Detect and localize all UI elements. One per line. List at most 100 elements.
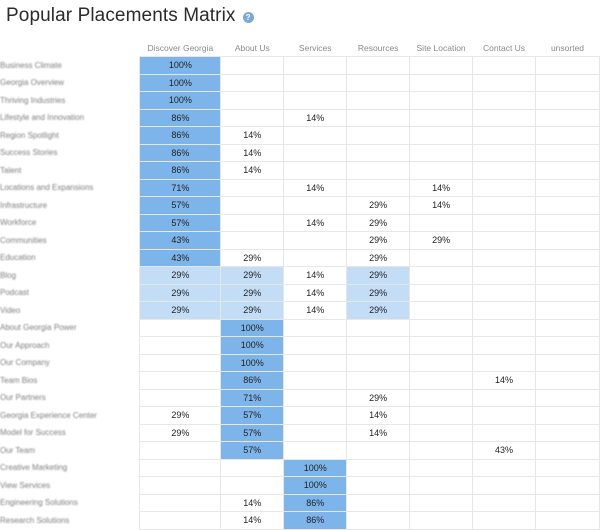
matrix-cell [409, 91, 474, 110]
matrix-cell: 57% [139, 196, 222, 215]
row-label: Our Team [0, 445, 35, 455]
corner-cell [0, 39, 140, 57]
matrix-cell: 57% [220, 441, 285, 460]
matrix-cell [283, 126, 348, 145]
table-row: Success Stories 86% 14% [0, 143, 600, 162]
matrix-cell [535, 73, 600, 92]
matrix-cell: 14% [283, 283, 348, 302]
matrix-cell [346, 353, 411, 372]
matrix-cell: 14% [346, 406, 411, 425]
matrix-cell [472, 161, 537, 180]
table-row: Creative Marketing 100% [0, 458, 600, 477]
matrix-cell [283, 161, 348, 180]
column-header[interactable]: About Us [221, 39, 284, 57]
column-header[interactable]: Resources [347, 39, 410, 57]
matrix-cell [346, 126, 411, 145]
matrix-cell [139, 493, 222, 512]
matrix-cell [472, 318, 537, 337]
matrix-cell: 14% [283, 301, 348, 320]
matrix-cell [283, 196, 348, 215]
matrix-cell: 29% [139, 283, 222, 302]
matrix-cell [283, 388, 348, 407]
table-row: Thriving Industries 100% [0, 91, 600, 110]
column-header-row: Discover Georgia About Us Services Resource… [0, 39, 600, 57]
matrix-cell [472, 266, 537, 285]
matrix-cell [283, 353, 348, 372]
matrix-cell [472, 423, 537, 442]
row-label: Our Approach [0, 340, 50, 350]
matrix-cell: 14% [346, 423, 411, 442]
matrix-cell: 14% [472, 371, 537, 390]
row-label: Business Climate [0, 60, 62, 70]
matrix-cell: 14% [283, 266, 348, 285]
matrix-cell: 100% [220, 318, 285, 337]
matrix-cell [472, 143, 537, 162]
column-header[interactable]: Site Location [410, 39, 473, 57]
table-row: Lifestyle and Innovation 86% 14% [0, 108, 600, 127]
matrix-cell [472, 353, 537, 372]
matrix-cell: 14% [220, 161, 285, 180]
matrix-cell: 29% [139, 266, 222, 285]
matrix-cell [409, 353, 474, 372]
matrix-cell [346, 336, 411, 355]
column-header[interactable]: unsorted [536, 39, 600, 57]
row-label: Model for Success [0, 428, 66, 438]
matrix-cell: 29% [346, 213, 411, 232]
matrix-cell [409, 126, 474, 145]
row-label: About Georgia Power [0, 323, 77, 333]
row-label: Research Solutions [0, 515, 70, 525]
matrix-cell [283, 318, 348, 337]
matrix-cell: 14% [220, 143, 285, 162]
matrix-cell: 14% [409, 178, 474, 197]
matrix-cell [409, 283, 474, 302]
matrix-cell [472, 231, 537, 250]
matrix-cell [346, 371, 411, 390]
column-header[interactable]: Discover Georgia [140, 39, 221, 57]
matrix-cell [535, 248, 600, 267]
matrix-cell [139, 318, 222, 337]
matrix-cell [283, 423, 348, 442]
matrix-cell: 57% [139, 213, 222, 232]
table-row: Research Solutions 14% 86% [0, 511, 600, 530]
row-label: Region Spotlight [0, 130, 59, 140]
column-header[interactable]: Services [284, 39, 347, 57]
matrix-cell [139, 441, 222, 460]
matrix-cell [220, 73, 285, 92]
matrix-cell [535, 108, 600, 127]
matrix-cell [472, 213, 537, 232]
column-header[interactable]: Contact Us [473, 39, 536, 57]
matrix-cell [472, 126, 537, 145]
matrix-cell [283, 441, 348, 460]
matrix-cell [139, 511, 222, 530]
table-row: Team Bios 86% 14% [0, 371, 600, 390]
table-row: View Services 100% [0, 476, 600, 495]
matrix-cell: 71% [139, 178, 222, 197]
help-icon[interactable]: ? [242, 12, 254, 23]
row-label: Lifestyle and Innovation [0, 113, 85, 123]
matrix-cell [139, 458, 222, 477]
matrix-cell: 29% [346, 388, 411, 407]
matrix-cell [346, 73, 411, 92]
matrix-cell [139, 336, 222, 355]
matrix-cell [409, 406, 474, 425]
placements-matrix: Discover Georgia About Us Services Resource… [0, 39, 600, 530]
matrix-cell [409, 248, 474, 267]
matrix-cell: 29% [346, 283, 411, 302]
matrix-cell [220, 458, 285, 477]
matrix-cell [220, 213, 285, 232]
table-row: Workforce 57% 14% 29% [0, 213, 600, 232]
matrix-cell: 14% [220, 511, 285, 530]
table-row: Region Spotlight 86% 14% [0, 126, 600, 145]
matrix-cell: 71% [220, 388, 285, 407]
matrix-cell [283, 91, 348, 110]
matrix-cell: 86% [139, 161, 222, 180]
matrix-cell: 29% [220, 301, 285, 320]
matrix-cell: 57% [220, 423, 285, 442]
table-row: Georgia Overview 100% [0, 73, 600, 92]
matrix-cell: 14% [409, 196, 474, 215]
table-row: Business Climate 100% [0, 56, 600, 75]
matrix-cell [535, 406, 600, 425]
matrix-cell [220, 178, 285, 197]
matrix-cell: 29% [220, 283, 285, 302]
matrix-cell [409, 458, 474, 477]
